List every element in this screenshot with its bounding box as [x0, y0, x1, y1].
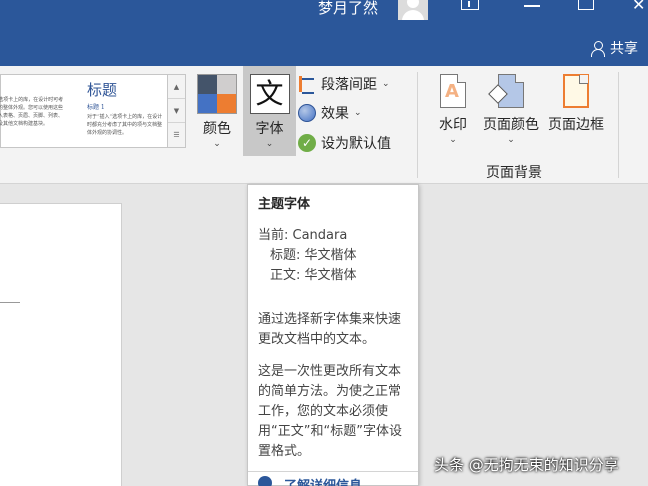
thumbnail-title: 标题 — [87, 81, 118, 99]
theme-effects-button[interactable]: 效果 ⌄ — [298, 102, 362, 124]
user-avatar[interactable] — [398, 0, 428, 20]
paragraph-spacing-label: 段落间距 — [321, 77, 377, 93]
paragraph-spacing-icon — [298, 75, 316, 94]
watermark-button[interactable]: A 水印 ⌄ — [432, 74, 474, 150]
watermark-label: 水印 — [439, 117, 467, 133]
page-borders-button[interactable]: 页面边框 — [544, 74, 608, 150]
group-divider — [417, 72, 418, 178]
tooltip-title: 主题字体 — [258, 197, 311, 212]
minimize-icon[interactable] — [524, 0, 540, 14]
colors-label: 颜色 — [203, 121, 231, 137]
chevron-down-icon: ⌄ — [265, 139, 274, 149]
share-label: 共享 — [610, 41, 638, 57]
thumbnail-subtitle: 标题 1 — [87, 104, 105, 111]
paragraph-spacing-button[interactable]: 段落间距 ⌄ — [298, 73, 390, 95]
gallery-down-icon[interactable]: ▼ — [168, 99, 185, 123]
page-background-group-label: 页面背景 — [486, 165, 542, 181]
effects-label: 效果 — [321, 106, 349, 122]
tooltip-current-font: 当前: Candara — [258, 228, 348, 243]
document-page[interactable] — [0, 203, 122, 486]
chevron-down-icon: ⌄ — [354, 108, 362, 118]
tooltip-description: 这是一次性更改所有文本的简单方法。为使之正常工作，您的文本必须使用“正文”和“标… — [258, 364, 402, 459]
document-rule — [0, 302, 20, 303]
help-icon — [258, 476, 272, 486]
page-borders-icon — [563, 74, 589, 108]
source-credit: 头条 @无拘无束的知识分享 — [434, 456, 619, 474]
style-set-thumbnail[interactable]: 题 “插入”选项卡上的库，在设计时可考虑文档的整体外观。您可以使用这些库来插入表… — [0, 75, 71, 147]
style-set-thumbnail[interactable]: 标题 标题 1 对于“插入”选项卡上的库，在设计时都充分考虑了其中的项与文档整体… — [83, 75, 167, 147]
theme-effects-icon — [298, 104, 316, 122]
theme-colors-button[interactable]: 颜色 ⌄ — [194, 74, 240, 150]
maximize-icon[interactable] — [578, 0, 594, 14]
style-set-gallery: 题 “插入”选项卡上的库，在设计时可考虑文档的整体外观。您可以使用这些库来插入表… — [0, 74, 186, 148]
tooltip-description: 通过选择新字体集来快速更改文档中的文本。 — [258, 312, 402, 347]
gallery-more-icon[interactable]: ☰ — [168, 123, 185, 147]
ribbon-display-options-icon[interactable] — [460, 0, 479, 14]
chevron-down-icon: ⌄ — [382, 79, 390, 89]
theme-fonts-button[interactable]: 文 字体 ⌄ — [243, 66, 296, 156]
watermark-icon: A — [440, 74, 466, 108]
thumbnail-body: “插入”选项卡上的库，在设计时可考虑文档的整体外观。您可以使用这些库来插入表格、… — [0, 97, 64, 127]
page-color-icon — [488, 74, 524, 108]
set-as-default-label: 设为默认值 — [321, 136, 391, 152]
chevron-down-icon: ⌄ — [213, 139, 221, 149]
person-share-icon — [590, 40, 606, 57]
close-icon[interactable]: ✕ — [632, 0, 648, 14]
chevron-down-icon: ⌄ — [449, 135, 457, 145]
user-name[interactable]: 梦月了然 — [318, 0, 378, 18]
theme-fonts-icon: 文 — [249, 74, 290, 114]
tooltip-heading-font: 标题: 华文楷体 — [270, 248, 357, 263]
chevron-down-icon: ⌄ — [507, 135, 515, 145]
share-button[interactable]: 共享 — [590, 38, 638, 58]
design-ribbon: 题 “插入”选项卡上的库，在设计时可考虑文档的整体外观。您可以使用这些库来插入表… — [0, 66, 648, 184]
thumbnail-title: 题 — [0, 79, 67, 94]
theme-fonts-tooltip: 主题字体 当前: Candara 标题: 华文楷体 正文: 华文楷体 通过选择新… — [247, 184, 419, 486]
page-borders-label: 页面边框 — [548, 117, 604, 133]
set-as-default-button[interactable]: ✓ 设为默认值 — [298, 132, 391, 154]
watermark-glyph: A — [445, 81, 459, 102]
tooltip-help-link[interactable]: 了解详细信息 — [248, 471, 418, 486]
thumbnail-body: 对于“插入”选项卡上的库，在设计时都充分考虑了其中的项与文档整体外观的协调性。 — [87, 114, 163, 136]
help-link-label: 了解详细信息 — [284, 475, 362, 486]
page-color-button[interactable]: 页面颜色 ⌄ — [480, 74, 542, 150]
title-bar: 梦月了然 ✕ 共享 — [0, 0, 648, 66]
fonts-label: 字体 — [255, 121, 284, 137]
gallery-up-icon[interactable]: ▲ — [168, 75, 185, 99]
tooltip-body-font: 正文: 华文楷体 — [270, 268, 357, 283]
group-divider — [618, 72, 619, 178]
gallery-scroll: ▲ ▼ ☰ — [167, 75, 185, 147]
checkmark-circle-icon: ✓ — [298, 134, 316, 152]
theme-colors-icon — [197, 74, 237, 114]
page-color-label: 页面颜色 — [483, 117, 539, 133]
